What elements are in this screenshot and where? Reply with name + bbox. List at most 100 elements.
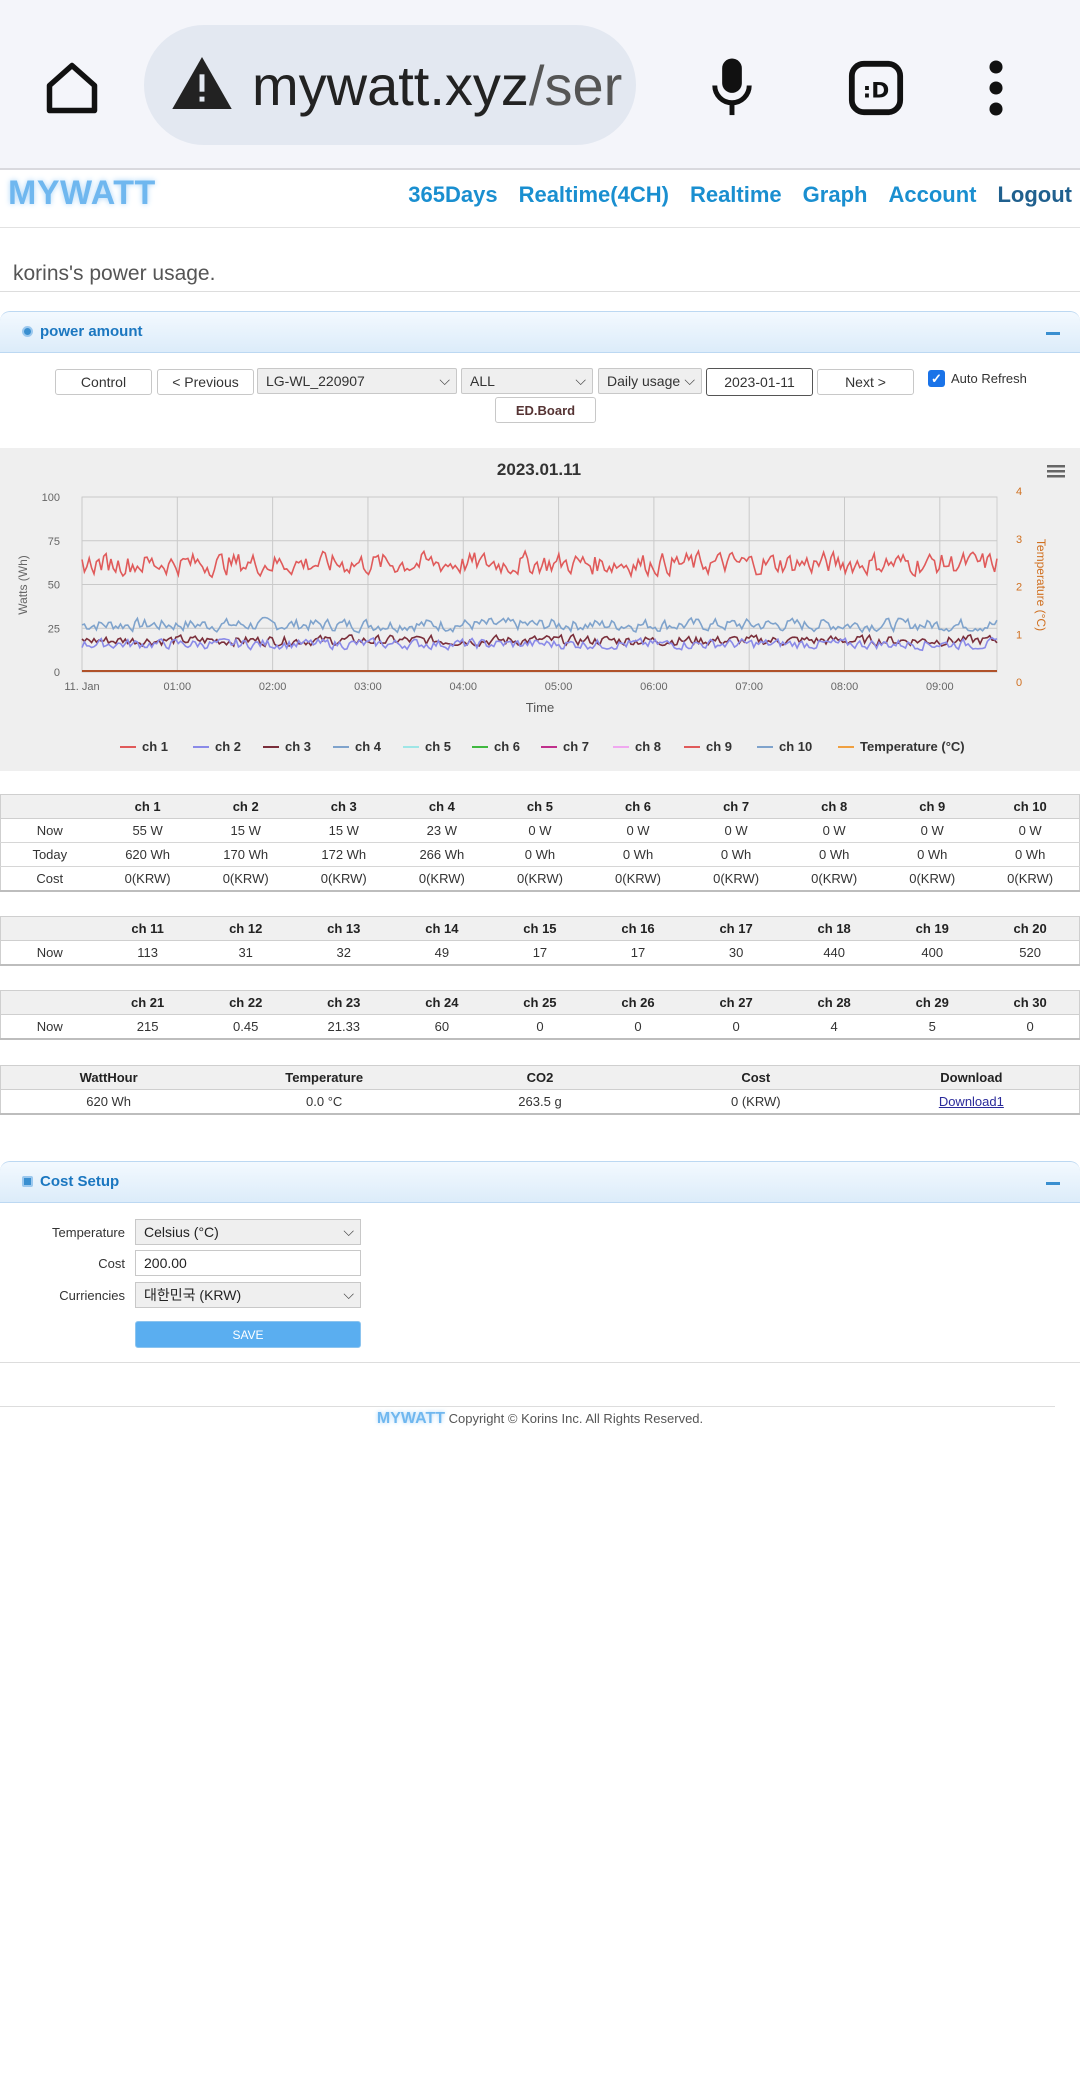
currency-select[interactable]: 대한민국 (KRW) ⌵ (135, 1282, 361, 1308)
footer-logo: MYWATT (376, 1410, 445, 1427)
address-bar[interactable]: mywatt.xyz/ser (144, 25, 636, 145)
channel-select[interactable]: ALL ⌵ (461, 368, 593, 394)
download-cell: Download1 (863, 1089, 1080, 1115)
nav-account[interactable]: Account (888, 182, 976, 208)
checkbox-checked-icon[interactable]: ✓ (928, 370, 945, 387)
table-cell: 172 Wh (294, 842, 393, 867)
extension-icon[interactable]: :D (836, 48, 916, 128)
table3-header: ch 23 (294, 990, 393, 1015)
power-amount-panel-header[interactable]: power amount (0, 311, 1080, 353)
table-cell: 0(KRW) (294, 866, 393, 892)
table2-header: ch 11 (98, 916, 197, 941)
cost-setup-panel-header[interactable]: Cost Setup (0, 1161, 1080, 1203)
collapse-icon[interactable] (1046, 1182, 1060, 1185)
control-button[interactable]: Control (55, 369, 152, 395)
table2-header: ch 14 (392, 916, 491, 941)
table-cell: 0(KRW) (981, 866, 1080, 892)
auto-refresh-toggle[interactable]: ✓ Auto Refresh (928, 370, 1027, 387)
url-text: mywatt.xyz/ser (252, 53, 623, 117)
y-tick-label: 100 (42, 492, 60, 504)
table-cell: 0 Wh (785, 842, 884, 867)
x-tick-label: 08:00 (831, 681, 859, 693)
temperature-unit-select[interactable]: Celsius (°C) ⌵ (135, 1219, 361, 1245)
table3-header: ch 27 (687, 990, 786, 1015)
table3-header: ch 21 (98, 990, 197, 1015)
table-cell: 0(KRW) (883, 866, 982, 892)
table1-header: ch 2 (196, 794, 295, 819)
more-menu-icon[interactable] (956, 48, 1036, 128)
table1-header: ch 1 (98, 794, 197, 819)
edboard-button[interactable]: ED.Board (495, 397, 596, 423)
date-input[interactable]: 2023-01-11 (706, 368, 813, 396)
home-icon[interactable] (32, 48, 112, 128)
table3-header (0, 990, 99, 1015)
table2-header: ch 15 (490, 916, 589, 941)
table-row: Now 215 0.45 21.33 60 0 0 0 4 5 0 (0, 1014, 1080, 1040)
x-tick-label: 11. Jan (64, 681, 99, 693)
table-cell: 0 Wh (588, 842, 688, 867)
mode-select[interactable]: Daily usage ⌵ (598, 368, 702, 394)
summary-table: WattHour Temperature CO2 Cost Download 6… (0, 1065, 1080, 1115)
table-cell: 17 (490, 940, 589, 966)
next-button[interactable]: Next > (817, 369, 914, 395)
nav-365days[interactable]: 365Days (408, 182, 497, 208)
device-select[interactable]: LG-WL_220907 ⌵ (257, 368, 457, 394)
table2-header: ch 16 (588, 916, 688, 941)
page-subtitle: korins's power usage. (13, 262, 216, 285)
watthour-value: 620 Wh (0, 1089, 217, 1115)
legend-item: ch 8 (635, 739, 661, 754)
y-tick-label: 75 (48, 536, 60, 548)
table1-header: ch 10 (981, 794, 1080, 819)
table-cell: 400 (883, 940, 982, 966)
table-cell: Now (0, 1014, 99, 1040)
hamburger-menu-icon[interactable] (1047, 465, 1065, 478)
chevron-down-icon: ⌵ (343, 1286, 354, 1302)
site-logo[interactable]: MYWATT (8, 174, 156, 213)
table1-header: ch 6 (588, 794, 688, 819)
legend-item: ch 5 (425, 739, 451, 754)
table-cell: 21.33 (294, 1014, 393, 1040)
previous-button[interactable]: < Previous (157, 369, 254, 395)
y-tick-label: 25 (48, 623, 60, 635)
temperature-value: 0.0 °C (216, 1089, 433, 1115)
nav-realtime[interactable]: Realtime (690, 182, 782, 208)
legend-item: ch 1 (142, 739, 168, 754)
table-cell: 0 W (588, 818, 688, 843)
footer: MYWATT Copyright © Korins Inc. All Right… (0, 1410, 1080, 1428)
table2-header: ch 19 (883, 916, 982, 941)
nav-logout[interactable]: Logout (997, 182, 1072, 208)
save-button[interactable]: SAVE (135, 1321, 361, 1348)
y-tick-label: 0 (54, 667, 60, 679)
nav-graph[interactable]: Graph (803, 182, 868, 208)
y2-axis-label: Temperature (°C) (1034, 539, 1048, 631)
table-cell: 0(KRW) (490, 866, 589, 892)
legend-item: ch 9 (706, 739, 732, 754)
microphone-icon[interactable] (692, 48, 772, 128)
channel-table-1: ch 1 ch 2 ch 3 ch 4 ch 5 ch 6 ch 7 ch 8 ch 9 ch 1… (0, 794, 1080, 892)
download-link[interactable]: Download1 (939, 1094, 1004, 1109)
table-cell: 55 W (98, 818, 197, 843)
legend-item: ch 10 (779, 739, 812, 754)
table-cell: 0(KRW) (785, 866, 884, 892)
legend-item: ch 2 (215, 739, 241, 754)
main-nav: 365Days Realtime(4CH) Realtime Graph Acc… (408, 182, 1072, 208)
table-cell: 215 (98, 1014, 197, 1040)
x-tick-label: 07:00 (735, 681, 763, 693)
summary-header: CO2 (432, 1065, 648, 1090)
collapse-icon[interactable] (1046, 332, 1060, 335)
y-tick-label: 50 (48, 580, 60, 592)
table-cell: 0 W (490, 818, 589, 843)
table-cell: 0 W (981, 818, 1080, 843)
table3-header: ch 24 (392, 990, 491, 1015)
temperature-label: Temperature (52, 1225, 125, 1240)
table-cell: 0(KRW) (687, 866, 786, 892)
table-cell: 440 (785, 940, 884, 966)
x-tick-label: 04:00 (449, 681, 477, 693)
panel-title: power amount (40, 323, 143, 340)
cost-input[interactable]: 200.00 (135, 1250, 361, 1276)
table-row: Now 55 W 15 W 15 W 23 W0 W0 W0 W0 W0 W0 W (0, 818, 1080, 843)
nav-realtime-4ch[interactable]: Realtime(4CH) (519, 182, 669, 208)
table-cell: 0 W (687, 818, 786, 843)
co2-value: 263.5 g (432, 1089, 648, 1115)
table-cell: 0 (981, 1014, 1080, 1040)
